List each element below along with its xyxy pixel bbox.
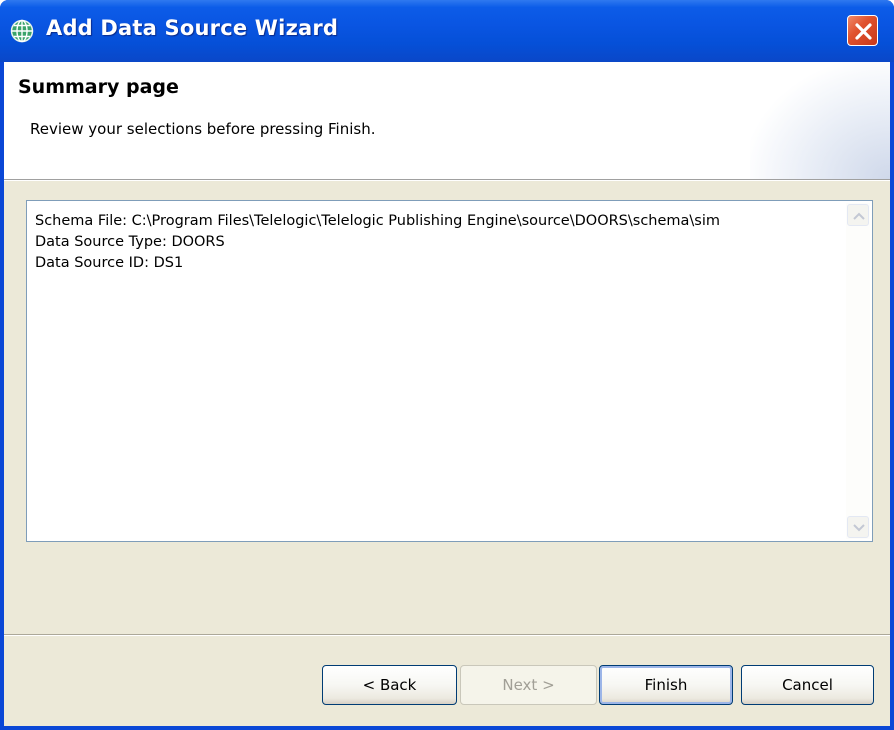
finish-button[interactable]: Finish — [599, 665, 733, 705]
globe-icon — [10, 19, 34, 43]
header-divider — [4, 180, 890, 182]
close-icon — [855, 23, 872, 40]
summary-line-schema-file: Schema File: C:\Program Files\Telelogic\… — [35, 213, 721, 229]
scroll-down-button[interactable] — [847, 516, 869, 538]
window-title: Add Data Source Wizard — [46, 16, 339, 40]
wizard-window: Add Data Source Wizard Summary page Revi… — [0, 0, 894, 730]
vertical-scrollbar[interactable] — [846, 203, 870, 539]
wizard-header: Summary page Review your selections befo… — [4, 62, 890, 180]
chevron-up-icon — [853, 212, 865, 220]
header-decoration — [750, 62, 890, 179]
close-button[interactable] — [847, 15, 878, 46]
cancel-button[interactable]: Cancel — [741, 665, 874, 705]
chevron-down-icon — [853, 524, 865, 532]
title-bar[interactable]: Add Data Source Wizard — [0, 0, 894, 62]
scroll-up-button[interactable] — [847, 204, 869, 226]
summary-text: Schema File: C:\Program Files\Telelogic\… — [35, 211, 835, 274]
summary-line-data-source-id: Data Source ID: DS1 — [35, 255, 184, 271]
next-button[interactable]: Next > — [460, 665, 597, 705]
page-description: Review your selections before pressing F… — [30, 120, 376, 138]
footer-divider — [4, 634, 890, 636]
back-button[interactable]: < Back — [322, 665, 457, 705]
wizard-client-area: Summary page Review your selections befo… — [4, 62, 890, 726]
page-title: Summary page — [18, 76, 179, 98]
summary-line-data-source-type: Data Source Type: DOORS — [35, 234, 225, 250]
summary-text-area[interactable]: Schema File: C:\Program Files\Telelogic\… — [26, 200, 873, 542]
